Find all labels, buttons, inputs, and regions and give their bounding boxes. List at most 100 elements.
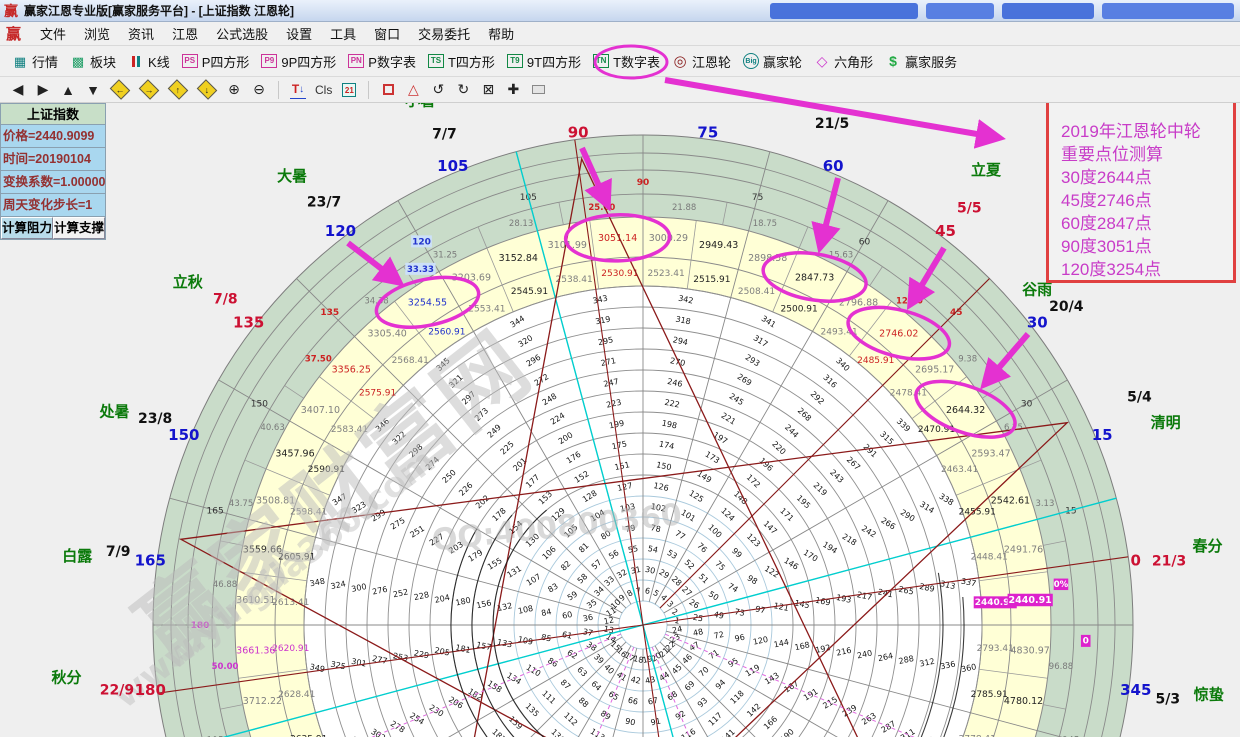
svg-text:75: 75: [752, 193, 763, 203]
dollar-icon: $: [885, 54, 901, 69]
menu-item-4[interactable]: 公式选股: [207, 22, 277, 45]
titlebar-overlay-blob: [770, 3, 918, 19]
svg-text:2746.02: 2746.02: [879, 329, 918, 340]
app-logo-icon: 赢: [4, 1, 18, 21]
toolbar-label: P四方形: [202, 52, 250, 71]
menu-item-2[interactable]: 资讯: [119, 22, 163, 45]
svg-text:165: 165: [207, 506, 224, 516]
svg-text:2491.76: 2491.76: [1004, 545, 1043, 556]
svg-text:105: 105: [437, 157, 468, 175]
menu-logo-icon: 赢: [6, 23, 21, 44]
svg-text:2530.91: 2530.91: [601, 269, 638, 279]
diamond-up-icon[interactable]: ↑: [168, 79, 189, 100]
toolbar-button-0[interactable]: ▦行情: [6, 49, 64, 74]
pink-icon: PN: [348, 54, 364, 68]
menu-item-1[interactable]: 浏览: [75, 22, 119, 45]
nav-up-icon[interactable]: ▲: [60, 81, 76, 99]
toolbar-button-3[interactable]: PSP四方形: [176, 49, 256, 74]
cls-icon[interactable]: Cls: [315, 81, 332, 99]
svg-text:60: 60: [823, 157, 844, 175]
svg-text:15.63: 15.63: [829, 251, 853, 261]
svg-text:7/9: 7/9: [106, 544, 131, 560]
toolbar-button-4[interactable]: P99P四方形: [255, 49, 342, 74]
svg-text:2493.41: 2493.41: [821, 328, 858, 338]
toolbar-button-9[interactable]: ◎江恩轮: [666, 49, 737, 74]
svg-text:3254.55: 3254.55: [408, 298, 447, 309]
rotate-ccw-icon[interactable]: ↺: [430, 81, 446, 99]
toolbar-button-2[interactable]: K线: [122, 49, 176, 74]
toolbar-label: T数字表: [613, 52, 660, 71]
titlebar-overlay-blob: [1102, 3, 1234, 19]
svg-text:2628.41: 2628.41: [278, 690, 315, 700]
toolbar-button-8[interactable]: TNT数字表: [587, 49, 666, 74]
zoom-in-icon[interactable]: ⊕: [226, 81, 242, 99]
svg-text:2796.88: 2796.88: [839, 298, 878, 309]
svg-text:34.38: 34.38: [364, 296, 388, 306]
svg-text:12.50: 12.50: [896, 296, 923, 306]
symbol-name: 上证指数: [1, 104, 105, 125]
svg-text:2508.41: 2508.41: [738, 287, 775, 297]
menu-item-9[interactable]: 帮助: [479, 22, 523, 45]
svg-text:9.38: 9.38: [958, 355, 977, 365]
panel-buttons: 计算阻力计算支撑: [1, 217, 105, 239]
screen-icon[interactable]: [530, 81, 546, 99]
nav-right-icon[interactable]: ▶: [35, 81, 51, 99]
annotation-line-3: 45度2746点: [1061, 189, 1233, 212]
calendar-icon[interactable]: 21: [341, 81, 357, 99]
menu-item-0[interactable]: 文件: [31, 22, 75, 45]
toolbar-button-1[interactable]: ▩板块: [64, 49, 122, 74]
titlebar-overlay-blob: [926, 3, 994, 19]
move-cross-icon[interactable]: ✚: [505, 81, 521, 99]
svg-text:150: 150: [168, 426, 199, 444]
menubar: 赢 文件浏览资讯江恩公式选股设置工具窗口交易委托帮助: [0, 22, 1240, 46]
diamond-right-icon[interactable]: →: [139, 79, 160, 100]
hex-icon: ◇: [814, 54, 830, 69]
candles-icon: [128, 54, 144, 69]
svg-text:37.50: 37.50: [305, 355, 332, 365]
toolbar-button-7[interactable]: T99T四方形: [501, 49, 587, 74]
toolbar-button-10[interactable]: Big赢家轮: [737, 49, 808, 74]
annotation-line-1: 重要点位测算: [1061, 143, 1233, 166]
menu-item-3[interactable]: 江恩: [163, 22, 207, 45]
svg-text:28.13: 28.13: [509, 219, 533, 229]
toolbar-button-6[interactable]: TST四方形: [422, 49, 501, 74]
red-triangle-icon[interactable]: △: [405, 81, 421, 99]
diamond-down-icon[interactable]: ↓: [197, 79, 218, 100]
menu-item-5[interactable]: 设置: [277, 22, 321, 45]
svg-text:2545.91: 2545.91: [511, 287, 548, 297]
parameter-rows: 价格=2440.9099时间=20190104变换系数=1.00000周天变化步…: [1, 125, 105, 217]
rotate-cw-icon[interactable]: ↻: [455, 81, 471, 99]
wheel-icon: ◎: [672, 54, 688, 69]
svg-text:4830.97: 4830.97: [1011, 646, 1050, 657]
menu-item-7[interactable]: 窗口: [365, 22, 409, 45]
svg-text:大暑: 大暑: [277, 167, 307, 185]
svg-text:135: 135: [233, 314, 264, 332]
svg-text:2455.91: 2455.91: [959, 508, 996, 518]
svg-text:清明: 清明: [1151, 414, 1181, 432]
svg-text:23/8: 23/8: [138, 411, 172, 427]
zoom-out-icon[interactable]: ⊖: [251, 81, 267, 99]
toolbar-button-12[interactable]: $赢家服务: [879, 49, 963, 74]
toolbar-label: 赢家轮: [763, 52, 802, 71]
svg-text:90: 90: [568, 124, 589, 142]
menu-item-6[interactable]: 工具: [321, 22, 365, 45]
time-down-icon[interactable]: T↓: [290, 81, 306, 99]
svg-text:立夏: 立夏: [971, 161, 1002, 179]
toolbar-button-5[interactable]: PNP数字表: [342, 49, 422, 74]
toolbar-divider: [278, 81, 279, 99]
red-square-icon[interactable]: [380, 81, 396, 99]
nav-down-icon[interactable]: ▼: [85, 81, 101, 99]
toolbar-button-11[interactable]: ◇六角形: [808, 49, 879, 74]
svg-text:23/7: 23/7: [307, 195, 341, 211]
calc-resistance-button[interactable]: 计算阻力: [1, 217, 53, 239]
box-x-icon[interactable]: ⊠: [480, 81, 496, 99]
svg-text:2500.91: 2500.91: [781, 305, 818, 315]
diamond-left-icon[interactable]: ←: [110, 79, 131, 100]
nav-left-icon[interactable]: ◀: [10, 81, 26, 99]
titlebar-overlay-blob: [1002, 3, 1094, 19]
menu-item-8[interactable]: 交易委托: [409, 22, 479, 45]
svg-text:60: 60: [859, 238, 871, 248]
calc-support-button[interactable]: 计算支撑: [53, 217, 105, 239]
annotation-line-6: 120度3254点: [1061, 258, 1233, 281]
toolbar-divider: [368, 81, 369, 99]
